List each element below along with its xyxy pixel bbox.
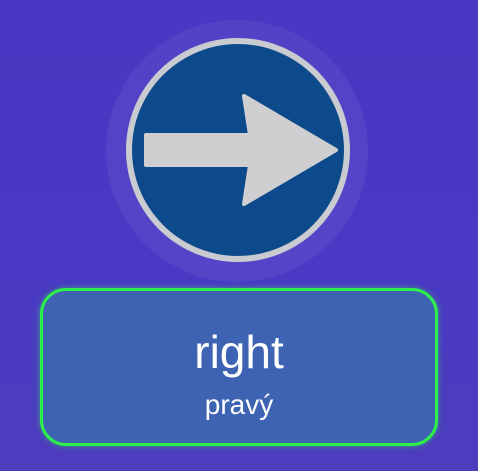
translation-text: pravý (204, 389, 274, 420)
answer-card[interactable]: right pravý (40, 288, 438, 446)
flashcard-screen: right pravý (0, 0, 478, 471)
right-arrow-road-sign-icon (124, 36, 352, 264)
word-text: right (194, 326, 284, 378)
